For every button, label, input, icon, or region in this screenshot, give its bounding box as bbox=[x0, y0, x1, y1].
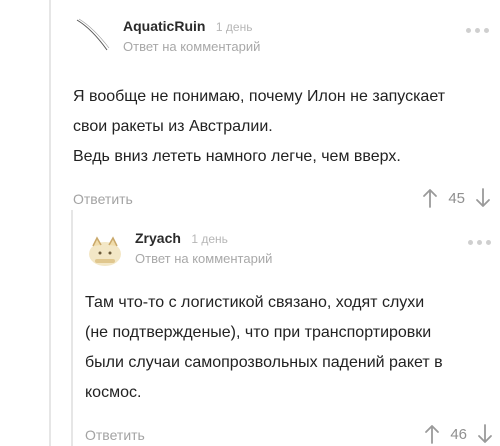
comment-meta: AquaticRuin 1 день Ответ на комментарий bbox=[123, 18, 260, 54]
reply-button[interactable]: Ответить bbox=[85, 427, 145, 443]
dot bbox=[475, 28, 480, 33]
comment-meta: Zryach 1 день Ответ на комментарий bbox=[135, 230, 272, 266]
comment-footer: Ответить 45 bbox=[73, 188, 493, 214]
upvote-arrow-icon[interactable] bbox=[424, 424, 440, 444]
thread-line-reply bbox=[71, 210, 73, 446]
comment-line: свои ракеты из Австралии. bbox=[73, 118, 273, 135]
author-row: Zryach 1 день bbox=[135, 230, 272, 248]
downvote-arrow-icon[interactable] bbox=[477, 424, 493, 444]
upvote-arrow-icon[interactable] bbox=[422, 188, 438, 208]
vote-controls: 46 bbox=[424, 424, 493, 444]
comment-text: Там что-то с логистикой связано, ходят с… bbox=[85, 288, 495, 408]
comment-footer: Ответить 46 bbox=[85, 424, 495, 446]
avatar-sketch-icon[interactable] bbox=[73, 16, 113, 56]
avatar-cat-icon[interactable] bbox=[85, 228, 125, 268]
comment-line: (не подтвержденые), что при транспортиро… bbox=[85, 324, 432, 341]
vote-score: 45 bbox=[448, 189, 465, 207]
author-name[interactable]: AquaticRuin bbox=[123, 18, 205, 34]
vote-score: 46 bbox=[450, 425, 467, 443]
comment-line: Ведь вниз лететь намного легче, чем ввер… bbox=[73, 148, 401, 165]
comment-header: AquaticRuin 1 день Ответ на комментарий bbox=[73, 14, 493, 58]
comment-aquaticruin: AquaticRuin 1 день Ответ на комментарий … bbox=[73, 14, 493, 214]
dot bbox=[477, 240, 482, 245]
comment-line: космос. bbox=[85, 384, 142, 401]
comment-line: были случаи самопрозвольных падений раке… bbox=[85, 354, 443, 371]
comment-line: Там что-то с логистикой связано, ходят с… bbox=[85, 294, 425, 311]
comment-header: Zryach 1 день Ответ на комментарий bbox=[85, 226, 495, 270]
author-row: AquaticRuin 1 день bbox=[123, 18, 260, 36]
options-dots-icon[interactable] bbox=[468, 240, 491, 245]
downvote-arrow-icon[interactable] bbox=[475, 188, 491, 208]
reply-to-label[interactable]: Ответ на комментарий bbox=[123, 39, 260, 54]
dot bbox=[466, 28, 471, 33]
reply-button[interactable]: Ответить bbox=[73, 191, 133, 207]
comment-time[interactable]: 1 день bbox=[216, 20, 253, 34]
thread-line-outer bbox=[49, 0, 51, 446]
dot bbox=[468, 240, 473, 245]
dot bbox=[484, 28, 489, 33]
dot bbox=[486, 240, 491, 245]
comment-line: Я вообще не понимаю, почему Илон не запу… bbox=[73, 88, 446, 105]
comment-time[interactable]: 1 день bbox=[191, 232, 228, 246]
comment-text: Я вообще не понимаю, почему Илон не запу… bbox=[73, 82, 493, 172]
options-dots-icon[interactable] bbox=[466, 28, 489, 33]
reply-to-label[interactable]: Ответ на комментарий bbox=[135, 251, 272, 266]
comment-zryach: Zryach 1 день Ответ на комментарий Там ч… bbox=[85, 226, 495, 446]
vote-controls: 45 bbox=[422, 188, 491, 208]
author-name[interactable]: Zryach bbox=[135, 230, 181, 246]
